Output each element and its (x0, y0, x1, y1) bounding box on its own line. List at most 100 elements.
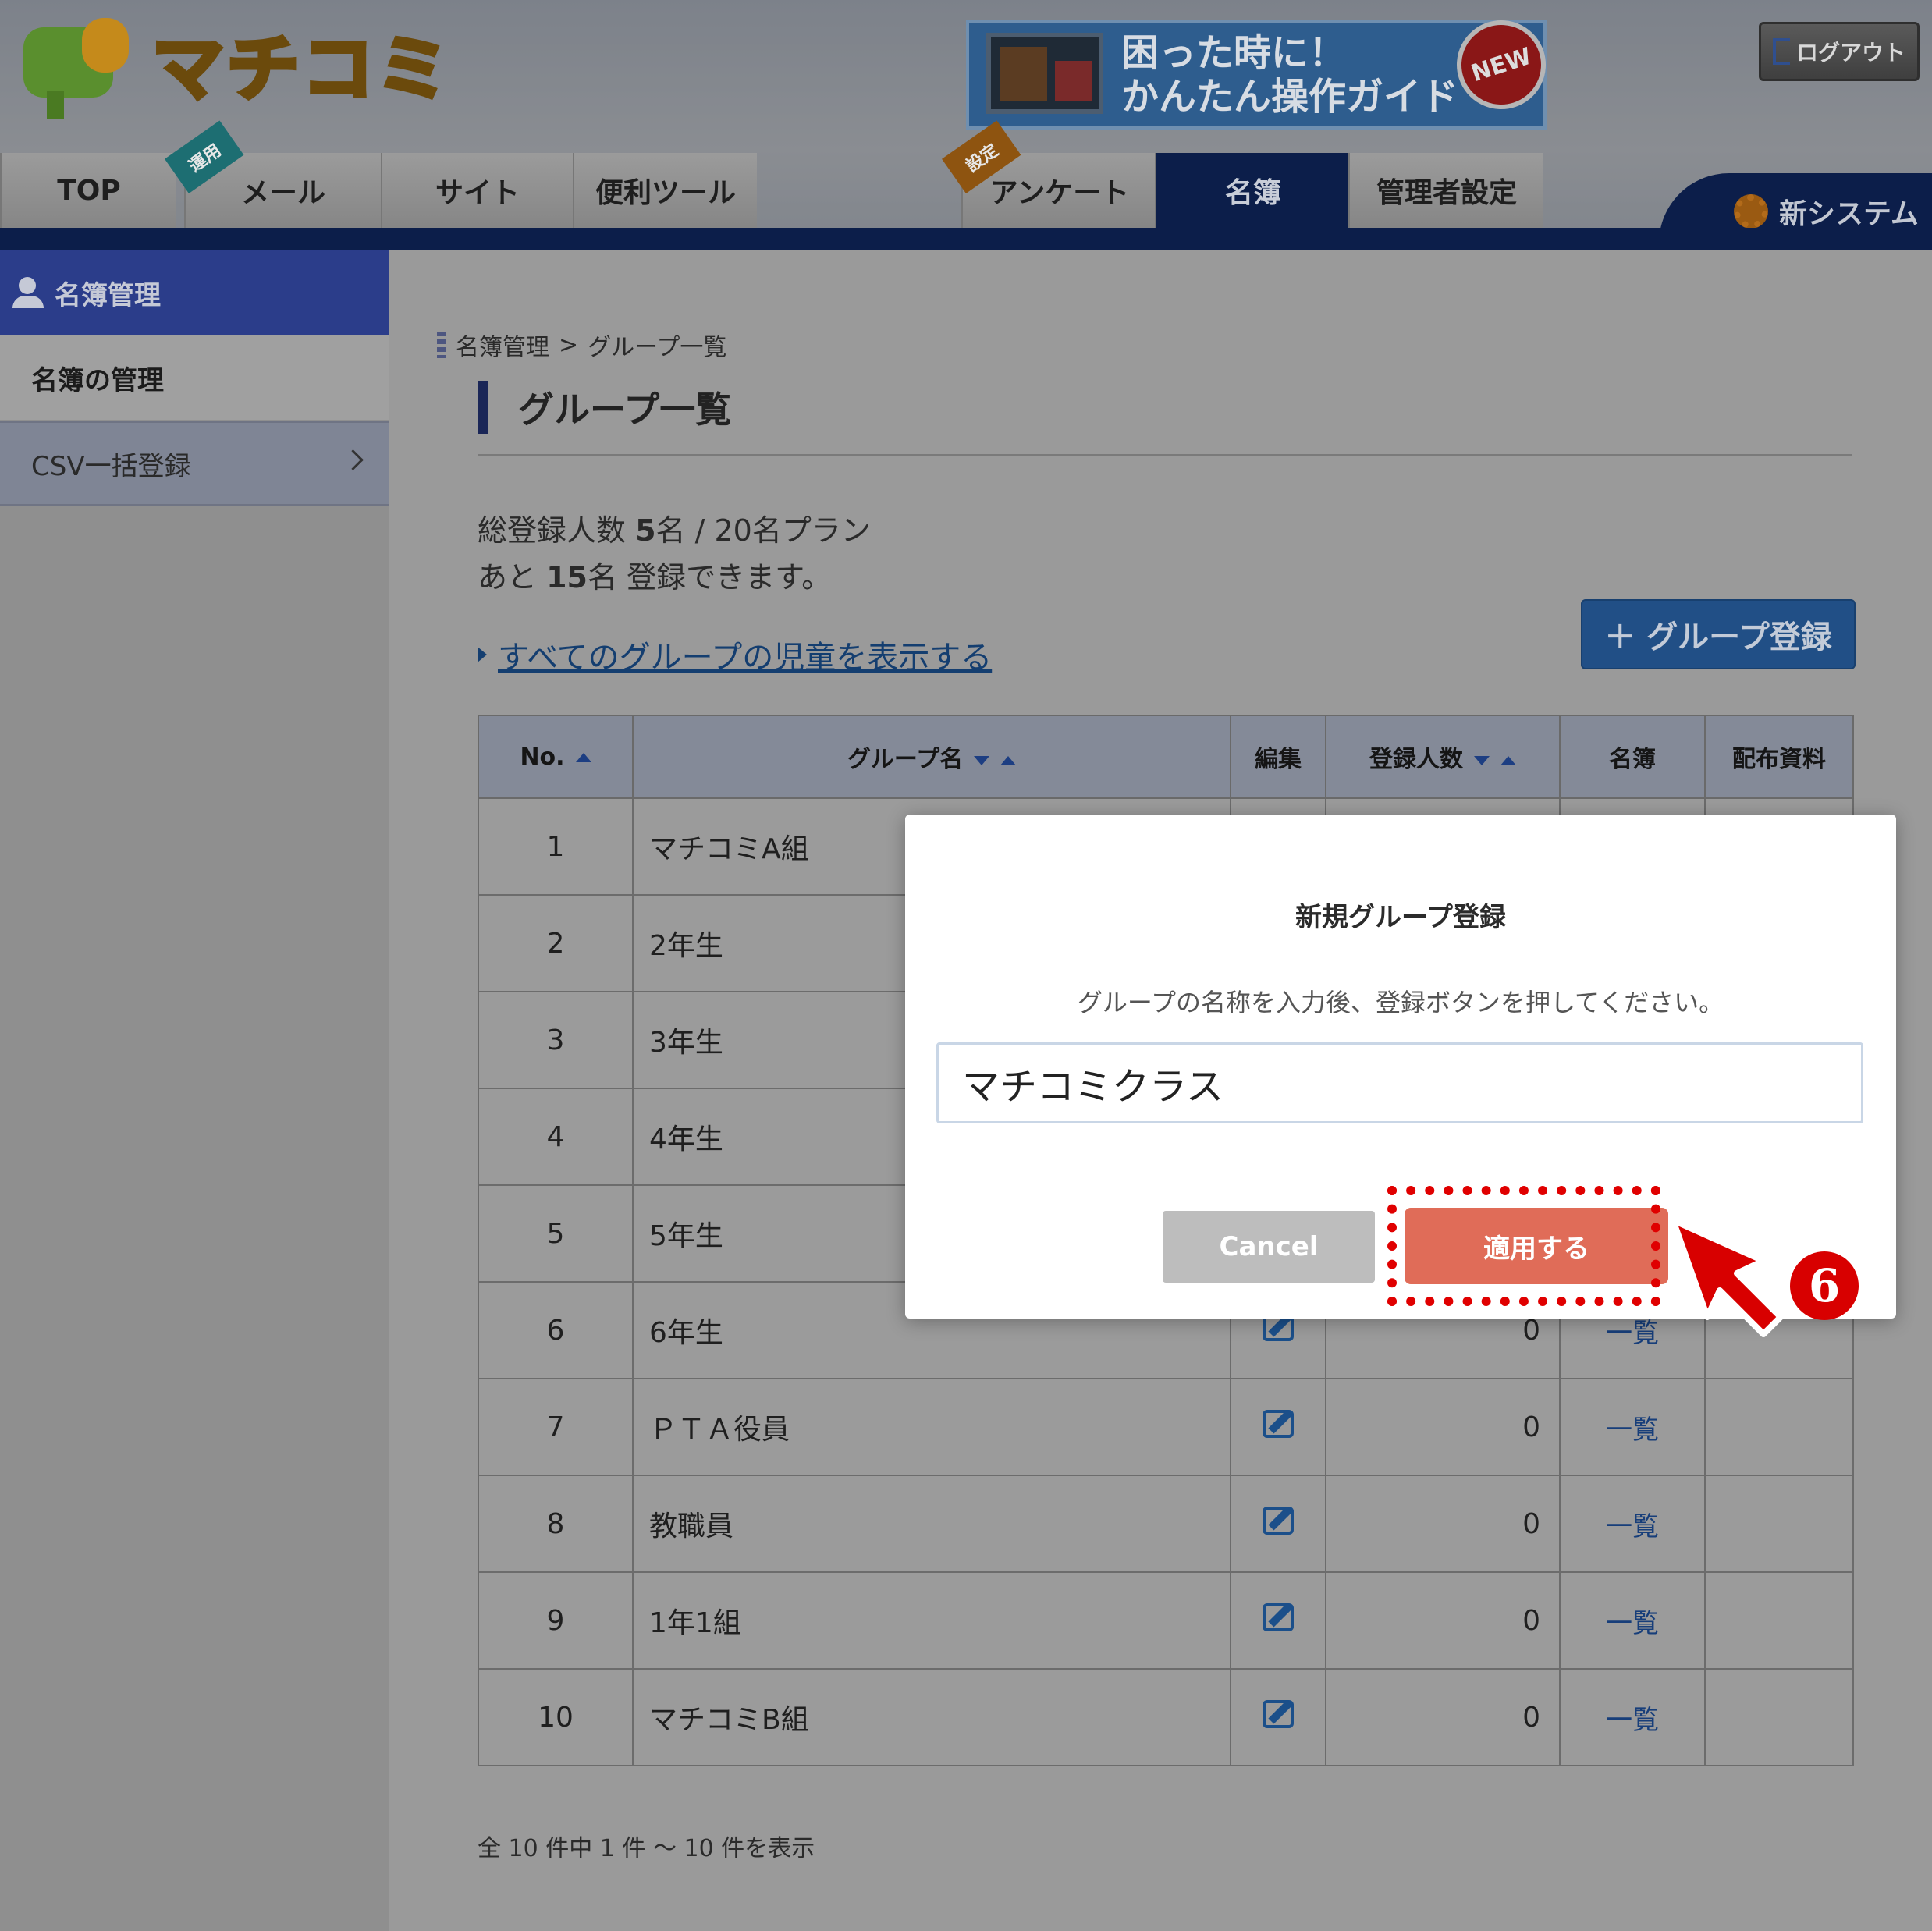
edit-icon[interactable] (1263, 1603, 1294, 1631)
nav-tab-roster[interactable]: 名簿 (1155, 153, 1350, 228)
nav-tab-label: アンケート (989, 177, 1130, 209)
row-number: 2 (478, 894, 634, 992)
step-number-badge: 6 (1790, 1251, 1859, 1320)
table-row: 9 1年1組 0 一覧 (478, 1571, 1854, 1670)
roster-list-link[interactable]: 一覧 (1606, 1318, 1659, 1349)
breadcrumb-current: グループ一覧 (588, 334, 727, 361)
sidebar-heading: 名簿管理 (0, 250, 389, 335)
col-header-label: 編集 (1255, 746, 1302, 773)
nav-tab-admin-settings[interactable]: 管理者設定 (1348, 153, 1543, 228)
row-number: 8 (478, 1475, 634, 1573)
sort-asc-icon[interactable] (575, 753, 591, 762)
table-row: 10 マチコミB組 0 一覧 (478, 1668, 1854, 1766)
nav-tab-top[interactable]: TOP (0, 153, 176, 228)
row-number: 5 (478, 1184, 634, 1283)
edit-icon[interactable] (1263, 1409, 1294, 1438)
group-name-input[interactable] (936, 1042, 1863, 1123)
nav-tab-label: 便利ツール (595, 177, 736, 209)
show-all-children-link[interactable]: すべてのグループの児童を表示する (478, 632, 992, 677)
member-count: 0 (1325, 1475, 1561, 1573)
member-count: 0 (1325, 1571, 1561, 1670)
nav-tab-survey[interactable]: 設定 アンケート (942, 120, 1156, 228)
col-header-no[interactable]: No. (478, 715, 634, 799)
row-number: 1 (478, 797, 634, 896)
edit-icon[interactable] (1263, 1699, 1294, 1728)
row-number: 3 (478, 991, 634, 1089)
roster-list-link[interactable]: 一覧 (1606, 1608, 1659, 1639)
edit-cell (1230, 1668, 1326, 1766)
logo-mark-icon (23, 18, 129, 119)
summary-label: 総登録人数 (478, 513, 636, 548)
group-name: マチコミB組 (632, 1668, 1231, 1766)
materials-cell (1704, 1475, 1854, 1573)
cancel-button[interactable]: Cancel (1163, 1211, 1375, 1283)
col-header-label: 登録人数 (1369, 746, 1463, 773)
page-title: グループ一覧 (478, 381, 731, 434)
machicomi-logo[interactable]: マチコミ (23, 16, 452, 119)
edit-cell (1230, 1378, 1326, 1476)
ribbon-operation: 運用 (165, 120, 244, 193)
roster-cell: 一覧 (1559, 1378, 1706, 1476)
materials-cell (1704, 1571, 1854, 1670)
breadcrumb-dots-icon (437, 332, 446, 358)
nav-tab-label: 管理者設定 (1376, 177, 1517, 209)
group-name: ＰＴＡ役員 (632, 1378, 1231, 1476)
nav-tab-label: メール (240, 177, 325, 209)
edit-icon[interactable] (1263, 1506, 1294, 1535)
summary-remaining-label: あと (478, 560, 547, 595)
roster-list-link[interactable]: 一覧 (1606, 1511, 1659, 1542)
sidebar-item-csv-import[interactable]: CSV一括登録 (0, 421, 389, 506)
roster-list-link[interactable]: 一覧 (1606, 1415, 1659, 1446)
add-group-button[interactable]: ＋ グループ登録 (1581, 599, 1856, 669)
col-header-label: グループ名 (847, 746, 964, 773)
title-divider (478, 454, 1852, 456)
roster-cell: 一覧 (1559, 1475, 1706, 1573)
table-row: 8 教職員 0 一覧 (478, 1475, 1854, 1573)
roster-list-link[interactable]: 一覧 (1606, 1705, 1659, 1736)
sidebar: 名簿管理 名簿の管理 CSV一括登録 (0, 250, 389, 1931)
pagination-summary: 全 10 件中 1 件 ～ 10 件を表示 (478, 1835, 815, 1862)
guide-line2: かんたん操作ガイド (1121, 75, 1459, 119)
row-number: 4 (478, 1088, 634, 1186)
breadcrumb-parent[interactable]: 名簿管理 (456, 328, 549, 362)
gear-icon (1734, 194, 1768, 229)
member-count: 0 (1325, 1668, 1561, 1766)
nav-tab-site[interactable]: サイト (381, 153, 573, 228)
sidebar-item-label: CSV一括登録 (31, 450, 191, 482)
nav-tab-mail[interactable]: 運用 メール (165, 120, 381, 228)
summary-plan: 名 / 20名プラン (655, 513, 871, 548)
table-header-row: No. グループ名 編集 登録人数 名簿 配布資料 (478, 715, 1854, 799)
col-header-member-count[interactable]: 登録人数 (1325, 715, 1561, 799)
sort-desc-icon[interactable] (1474, 755, 1490, 765)
sidebar-heading-label: 名簿管理 (55, 279, 161, 311)
roster-cell: 一覧 (1559, 1571, 1706, 1670)
table-row: 7 ＰＴＡ役員 0 一覧 (478, 1378, 1854, 1476)
sort-desc-icon[interactable] (974, 755, 990, 765)
sort-asc-icon[interactable] (1000, 755, 1017, 765)
guide-line1: 困った時に！ (1121, 31, 1347, 75)
row-number: 6 (478, 1281, 634, 1379)
sort-asc-icon[interactable] (1500, 755, 1516, 765)
col-header-group-name[interactable]: グループ名 (632, 715, 1231, 799)
show-all-link-label: すべてのグループの児童を表示する (498, 640, 993, 676)
dialog-title: 新規グループ登録 (1295, 902, 1506, 933)
triangle-right-icon (478, 647, 487, 662)
nav-bar (0, 228, 1932, 250)
nav-tab-label: TOP (57, 174, 121, 207)
nav-tab-tools[interactable]: 便利ツール (573, 153, 757, 228)
logout-icon (1772, 38, 1790, 65)
dialog-description: グループの名称を入力後、登録ボタンを押してください。 (1077, 988, 1724, 1017)
person-icon (12, 277, 44, 308)
materials-cell (1704, 1668, 1854, 1766)
registered-count: 5 (635, 513, 656, 548)
apply-highlight-box (1387, 1186, 1660, 1306)
sidebar-item-roster-management[interactable]: 名簿の管理 (0, 335, 389, 420)
new-system-label: 新システム (1779, 198, 1919, 230)
group-name: 1年1組 (632, 1571, 1231, 1670)
col-header-edit: 編集 (1230, 715, 1326, 799)
roster-cell: 一覧 (1559, 1668, 1706, 1766)
operation-guide-banner[interactable]: 困った時に！ かんたん操作ガイド NEW (966, 9, 1557, 130)
logout-button[interactable]: ログアウト (1759, 22, 1920, 81)
header: マチコミ 困った時に！ かんたん操作ガイド NEW ログアウト TOP 運用 メ… (0, 0, 1932, 250)
pointer-arrow-icon (1670, 1217, 1784, 1337)
